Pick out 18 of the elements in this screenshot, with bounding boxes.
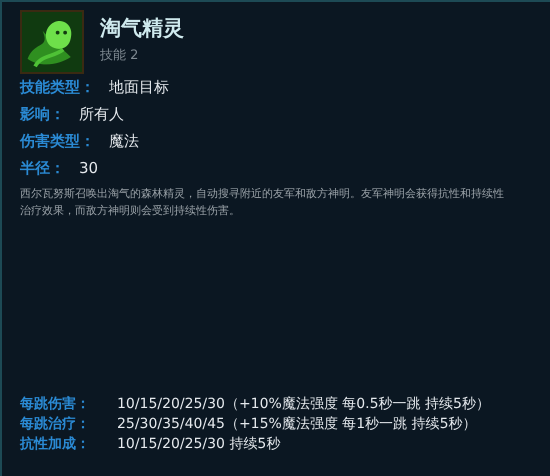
attribute-value: 30 xyxy=(79,158,98,179)
effect-label: 抗性加成： xyxy=(20,436,91,452)
effect-value: 10/15/20/25/30（+10%魔法强度 每0.5秒一跳 持续5秒） xyxy=(117,396,491,412)
ghost-icon xyxy=(20,10,84,74)
skill-description: 西尔瓦努斯召唤出淘气的森林精灵，自动搜寻附近的友军和敌方神明。友军神明会获得抗性和持续性治疗效果，而敌方神明则会受到持续性伤害。 xyxy=(20,186,505,219)
attribute-value: 魔法 xyxy=(109,131,139,152)
effect-value: 10/15/20/25/30 持续5秒 xyxy=(117,436,282,452)
attribute-label: 伤害类型： xyxy=(20,131,95,152)
attribute-label: 半径： xyxy=(20,158,65,179)
attribute-value: 地面目标 xyxy=(109,77,169,98)
effect-label: 每跳伤害： xyxy=(20,396,91,412)
attribute-label: 影响： xyxy=(20,104,65,125)
effect-label: 每跳治疗： xyxy=(20,416,91,432)
effect-value: 25/30/35/40/45（+15%魔法强度 每1秒一跳 持续5秒） xyxy=(117,416,478,432)
skill-title: 淘气精灵 xyxy=(100,15,184,42)
skill-number: 技能 2 xyxy=(100,47,140,65)
attribute-value: 所有人 xyxy=(79,104,124,125)
attribute-label: 技能类型： xyxy=(20,77,95,98)
